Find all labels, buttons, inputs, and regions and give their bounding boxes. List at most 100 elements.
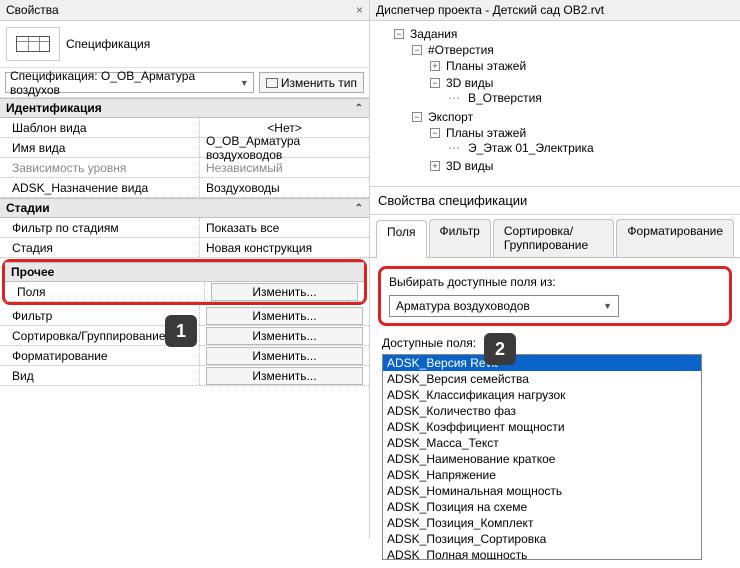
edit-type-button[interactable]: Изменить тип bbox=[259, 72, 364, 93]
prop-value: Изменить... bbox=[205, 282, 364, 301]
tab-sort[interactable]: Сортировка/Группирование bbox=[493, 219, 615, 257]
select-fields-from-dropdown[interactable]: Арматура воздуховодов ▼ bbox=[389, 295, 619, 317]
close-icon[interactable]: × bbox=[356, 3, 363, 17]
edit-filter-button[interactable]: Изменить... bbox=[206, 307, 363, 325]
edit-sort-button[interactable]: Изменить... bbox=[206, 327, 363, 345]
expand-icon[interactable]: + bbox=[430, 161, 440, 171]
available-fields-listbox[interactable]: ADSK_Версия RevitADSK_Версия семействаAD… bbox=[382, 354, 702, 560]
type-dropdown-row: Спецификация: O_ОВ_Арматура воздухов ▼ И… bbox=[0, 68, 369, 98]
prop-value: Изменить... bbox=[200, 346, 369, 365]
list-item[interactable]: ADSK_Напряжение bbox=[383, 467, 701, 483]
prop-label: Форматирование bbox=[0, 346, 200, 365]
properties-panel: Свойства × Спецификация Спецификация: O_… bbox=[0, 0, 370, 539]
prop-label: Стадия bbox=[0, 238, 200, 257]
prop-label: Вид bbox=[0, 366, 200, 385]
section-ident-title: Идентификация bbox=[6, 101, 102, 115]
list-item[interactable]: ADSK_Версия семейства bbox=[383, 371, 701, 387]
properties-panel-title: Свойства bbox=[6, 3, 59, 17]
collapse-icon: ⌃ bbox=[355, 103, 363, 114]
edit-type-icon bbox=[266, 78, 278, 88]
expand-icon[interactable]: + bbox=[430, 61, 440, 71]
prop-label: Зависимость уровня bbox=[0, 158, 200, 177]
dispatcher-title: Диспетчер проекта - Детский сад ОВ2.rvt bbox=[376, 3, 604, 17]
section-ident-header[interactable]: Идентификация ⌃ bbox=[0, 98, 369, 118]
spec-props-title: Свойства спецификации bbox=[370, 187, 740, 215]
tab-fields[interactable]: Поля bbox=[376, 220, 427, 258]
section-stages-title: Стадии bbox=[6, 201, 50, 215]
schedule-icon bbox=[6, 27, 60, 61]
leaf-icon: ⋯ bbox=[448, 141, 460, 155]
tree-node-plans2[interactable]: −Планы этажей bbox=[430, 126, 526, 140]
prop-label: ADSK_Назначение вида bbox=[0, 178, 200, 197]
select-value: Арматура воздуховодов bbox=[396, 299, 530, 313]
list-item[interactable]: ADSK_Позиция_Комплект bbox=[383, 515, 701, 531]
type-dropdown-value: Спецификация: O_ОВ_Арматура воздухов bbox=[10, 69, 240, 97]
section-other-header[interactable]: Прочее bbox=[5, 262, 364, 282]
type-dropdown[interactable]: Спецификация: O_ОВ_Арматура воздухов ▼ bbox=[5, 72, 254, 93]
collapse-icon[interactable]: − bbox=[394, 29, 404, 39]
collapse-icon[interactable]: − bbox=[430, 78, 440, 88]
tree-leaf-etaj[interactable]: ⋯Э_Этаж 01_Электрика bbox=[448, 141, 594, 155]
prop-value[interactable]: Показать все bbox=[200, 218, 369, 237]
collapse-icon: ⌃ bbox=[355, 203, 363, 214]
tree-node-plans1[interactable]: +Планы этажей bbox=[430, 59, 526, 73]
annotation-badge-1: 1 bbox=[165, 315, 197, 347]
tree-node-holes[interactable]: −#Отверстия bbox=[412, 43, 494, 57]
collapse-icon[interactable]: − bbox=[412, 45, 422, 55]
chevron-down-icon: ▼ bbox=[603, 301, 612, 311]
tree-node-3d1[interactable]: −3D виды bbox=[430, 76, 493, 90]
prop-row: Фильтр по стадиям Показать все bbox=[0, 218, 369, 238]
section-stages-header[interactable]: Стадии ⌃ bbox=[0, 198, 369, 218]
prop-row: ADSK_Назначение вида Воздуховоды bbox=[0, 178, 369, 198]
list-item[interactable]: ADSK_Позиция_Сортировка bbox=[383, 531, 701, 547]
edit-view-button[interactable]: Изменить... bbox=[206, 367, 363, 385]
list-item[interactable]: ADSK_Количество фаз bbox=[383, 403, 701, 419]
prop-row: Вид Изменить... bbox=[0, 366, 369, 386]
dispatcher-header: Диспетчер проекта - Детский сад ОВ2.rvt bbox=[370, 0, 740, 21]
edit-type-label: Изменить тип bbox=[281, 76, 357, 90]
list-item[interactable]: ADSK_Позиция на схеме bbox=[383, 499, 701, 515]
edit-fields-button[interactable]: Изменить... bbox=[211, 283, 358, 301]
tree-node-export[interactable]: −Экспорт bbox=[412, 110, 473, 124]
select-fields-from-label: Выбирать доступные поля из: bbox=[389, 275, 721, 289]
properties-panel-header: Свойства × bbox=[0, 0, 369, 21]
prop-label: Поля bbox=[5, 282, 205, 301]
prop-value[interactable]: O_ОВ_Арматура воздуховодов bbox=[200, 138, 369, 157]
spec-tabs: Поля Фильтр Сортировка/Группирование Фор… bbox=[370, 215, 740, 258]
prop-value: Изменить... bbox=[200, 306, 369, 325]
list-item[interactable]: ADSK_Версия Revit bbox=[383, 355, 701, 371]
prop-value[interactable]: Новая конструкция bbox=[200, 238, 369, 257]
collapse-icon[interactable]: − bbox=[430, 128, 440, 138]
prop-label: Имя вида bbox=[0, 138, 200, 157]
list-item[interactable]: ADSK_Классификация нагрузок bbox=[383, 387, 701, 403]
type-selector-row: Спецификация bbox=[0, 21, 369, 68]
prop-row: Имя вида O_ОВ_Арматура воздуховодов bbox=[0, 138, 369, 158]
prop-value[interactable]: Воздуховоды bbox=[200, 178, 369, 197]
tab-filter[interactable]: Фильтр bbox=[429, 219, 491, 257]
prop-row: Зависимость уровня Независимый bbox=[0, 158, 369, 178]
prop-value: Независимый bbox=[200, 158, 369, 177]
list-item[interactable]: ADSK_Коэффициент мощности bbox=[383, 419, 701, 435]
prop-row: Стадия Новая конструкция bbox=[0, 238, 369, 258]
prop-row: Форматирование Изменить... bbox=[0, 346, 369, 366]
prop-label: Фильтр по стадиям bbox=[0, 218, 200, 237]
spec-body: Выбирать доступные поля из: Арматура воз… bbox=[370, 258, 740, 568]
list-item[interactable]: ADSK_Масса_Текст bbox=[383, 435, 701, 451]
right-panel: Диспетчер проекта - Детский сад ОВ2.rvt … bbox=[370, 0, 740, 539]
tab-format[interactable]: Форматирование bbox=[616, 219, 734, 257]
callout-2: Выбирать доступные поля из: Арматура воз… bbox=[378, 266, 732, 326]
callout-1: Прочее Поля Изменить... 1 bbox=[2, 259, 367, 305]
list-item[interactable]: ADSK_Наименование краткое bbox=[383, 451, 701, 467]
tree-leaf-votv[interactable]: ⋯В_Отверстия bbox=[448, 91, 542, 105]
edit-format-button[interactable]: Изменить... bbox=[206, 347, 363, 365]
list-item[interactable]: ADSK_Полная мощность bbox=[383, 547, 701, 560]
tree-node-tasks[interactable]: −Задания bbox=[394, 27, 457, 41]
section-other-title: Прочее bbox=[11, 265, 54, 279]
prop-value: Изменить... bbox=[200, 326, 369, 345]
list-item[interactable]: ADSK_Номинальная мощность bbox=[383, 483, 701, 499]
project-tree[interactable]: −Задания −#Отверстия +Планы этажей −3D в… bbox=[370, 21, 740, 187]
tree-node-3d2[interactable]: +3D виды bbox=[430, 159, 493, 173]
prop-label: Шаблон вида bbox=[0, 118, 200, 137]
collapse-icon[interactable]: − bbox=[412, 112, 422, 122]
annotation-badge-2: 2 bbox=[484, 333, 516, 365]
